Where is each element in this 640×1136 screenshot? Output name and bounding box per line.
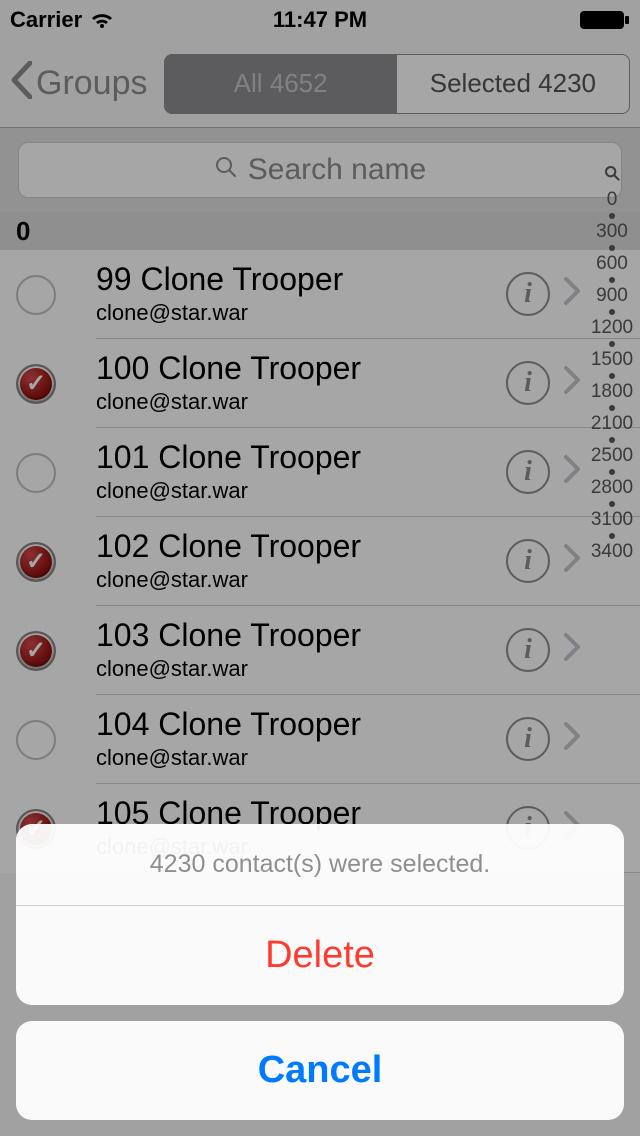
action-sheet-message: 4230 contact(s) were selected. xyxy=(16,824,624,906)
action-sheet-main: 4230 contact(s) were selected. Delete xyxy=(16,824,624,1005)
action-sheet-cancel-group: Cancel xyxy=(16,1021,624,1120)
action-sheet: 4230 contact(s) were selected. Delete Ca… xyxy=(16,824,624,1120)
cancel-button[interactable]: Cancel xyxy=(16,1021,624,1120)
delete-button[interactable]: Delete xyxy=(16,906,624,1005)
